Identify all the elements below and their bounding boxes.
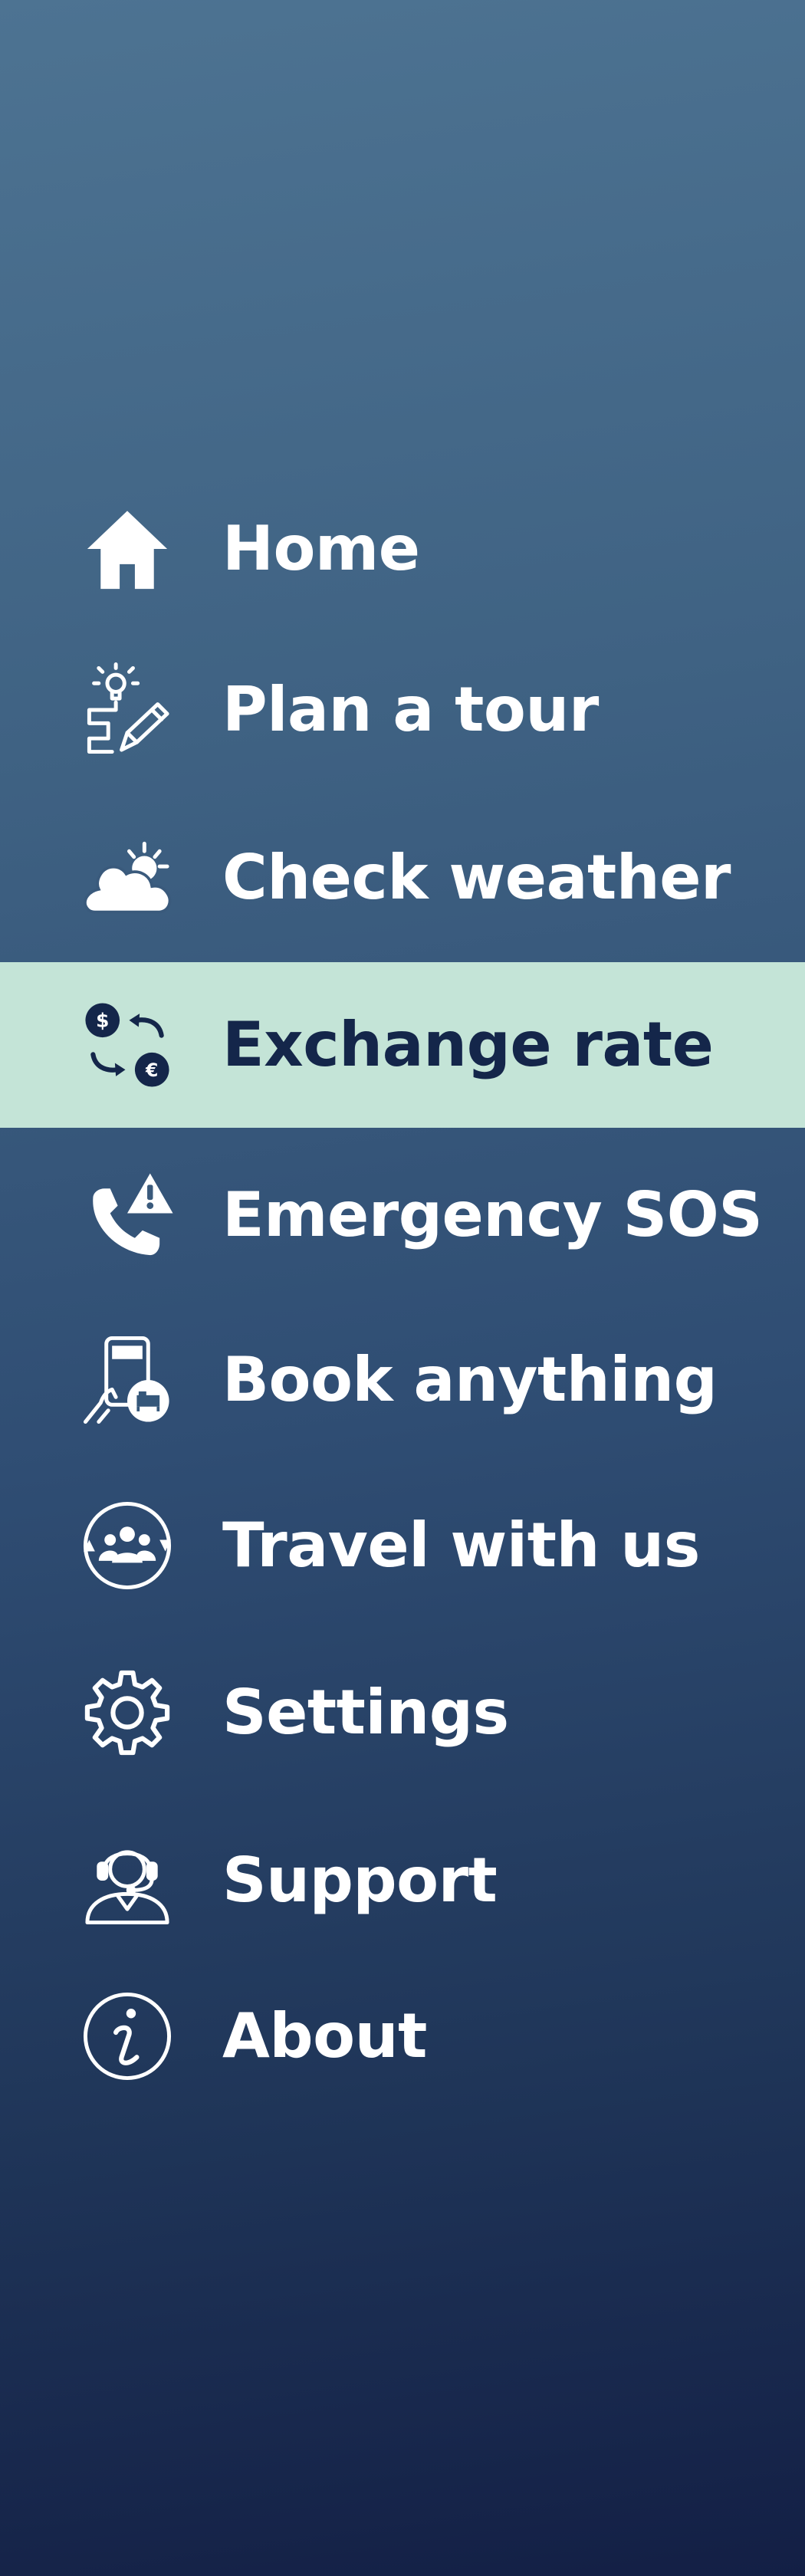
menu-item-travel-with-us[interactable]: Travel with us	[0, 1463, 805, 1628]
menu-item-label: Settings	[222, 1677, 509, 1748]
menu-item-label: Emergency SOS	[222, 1179, 763, 1250]
travel-group-icon	[83, 1501, 172, 1590]
menu-item-support[interactable]: Support	[0, 1798, 805, 1963]
menu-item-plan-tour[interactable]: Plan a tour	[0, 627, 805, 793]
menu-item-label: Book anything	[222, 1344, 718, 1415]
menu-item-label: Plan a tour	[222, 674, 599, 745]
plan-tour-icon	[87, 662, 169, 754]
menu-item-label: Check weather	[222, 842, 731, 913]
menu-item-home[interactable]: Home	[0, 466, 805, 632]
info-icon	[83, 1992, 172, 2081]
svg-text:$: $	[96, 1009, 109, 1031]
menu-item-book-anything[interactable]: Book anything	[0, 1297, 805, 1463]
side-menu: Home Plan a tour Check weather $ € Excha…	[0, 0, 805, 2576]
menu-item-label: Travel with us	[222, 1510, 700, 1581]
support-agent-icon	[85, 1850, 169, 1925]
menu-item-exchange-rate[interactable]: $ € Exchange rate	[0, 962, 805, 1128]
gear-icon	[84, 1670, 170, 1756]
emergency-sos-icon	[93, 1173, 173, 1256]
menu-item-check-weather[interactable]: Check weather	[0, 795, 805, 961]
menu-item-emergency-sos[interactable]: Emergency SOS	[0, 1132, 805, 1298]
weather-icon	[84, 841, 172, 914]
menu-item-about[interactable]: About	[0, 1953, 805, 2119]
svg-text:€: €	[145, 1060, 158, 1081]
home-icon	[87, 511, 168, 590]
menu-item-label: Home	[222, 513, 420, 584]
menu-item-label: About	[222, 2000, 427, 2072]
menu-item-settings[interactable]: Settings	[0, 1630, 805, 1796]
exchange-rate-icon: $ €	[85, 1003, 169, 1087]
menu-item-label: Exchange rate	[222, 1009, 714, 1080]
menu-item-label: Support	[222, 1845, 498, 1916]
booking-icon	[83, 1336, 169, 1424]
